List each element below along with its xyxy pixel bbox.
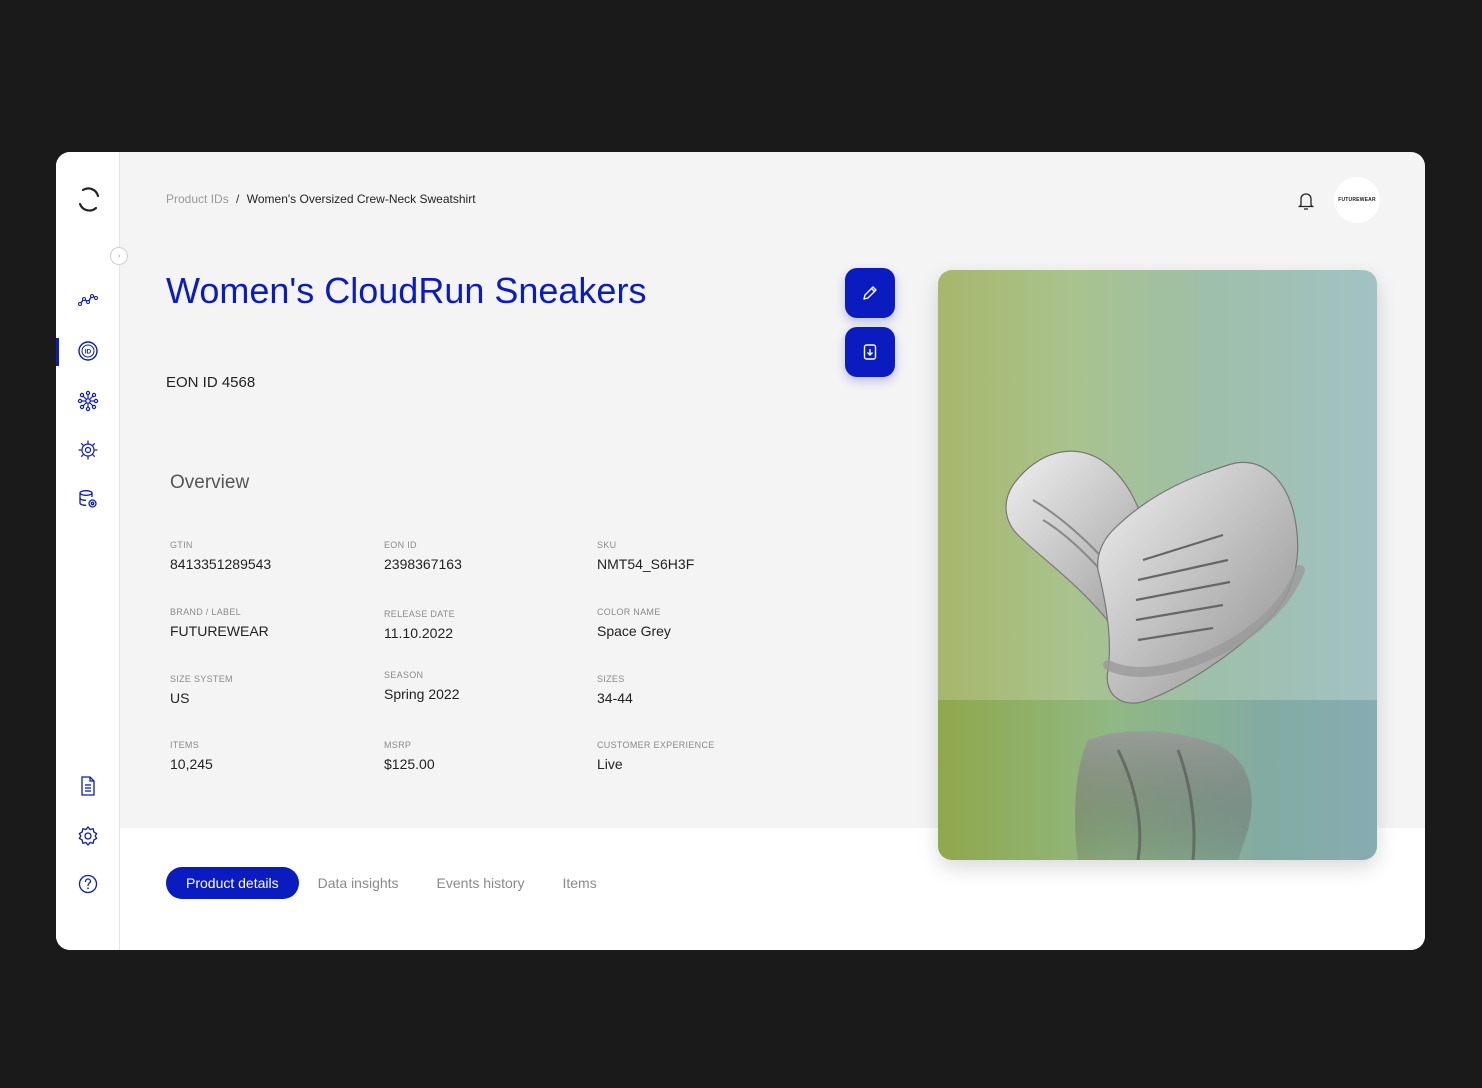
field-label: CUSTOMER EXPERIENCE: [597, 740, 715, 750]
product-image: [938, 270, 1377, 860]
breadcrumb: Product IDs / Women's Oversized Crew-Nec…: [166, 192, 476, 206]
tab-bar: Product details Data insights Events his…: [166, 867, 616, 899]
field-value: 8413351289543: [170, 556, 272, 572]
field-label: SEASON: [384, 670, 424, 680]
edit-button[interactable]: [845, 268, 895, 318]
sidebar-item-product-ids[interactable]: ID: [76, 339, 100, 363]
field-value: 2398367163: [384, 556, 462, 572]
pencil-icon: [863, 286, 877, 300]
field-sizes: SIZES 34-44: [597, 674, 633, 706]
field-value: $125.00: [384, 756, 435, 772]
field-brand: BRAND / LABEL FUTUREWEAR: [170, 607, 269, 639]
sneaker-illustration: [1005, 450, 1305, 860]
field-customer-experience: CUSTOMER EXPERIENCE Live: [597, 740, 715, 772]
sidebar-item-database[interactable]: [76, 487, 100, 511]
field-season: SEASON Spring 2022: [384, 670, 460, 702]
settings-gear-icon: [78, 440, 98, 460]
field-value: Spring 2022: [384, 686, 460, 702]
tab-items[interactable]: Items: [543, 867, 615, 899]
chevron-right-icon: [118, 254, 121, 258]
field-label: BRAND / LABEL: [170, 607, 241, 617]
field-label: GTIN: [170, 540, 193, 550]
field-items: ITEMS 10,245: [170, 740, 213, 772]
help-icon: [78, 874, 98, 894]
field-color-name: COLOR NAME Space Grey: [597, 607, 671, 639]
id-icon: ID: [78, 341, 98, 361]
avatar-brand-label: FUTUREWEAR: [1338, 197, 1376, 203]
analytics-icon: [78, 294, 98, 306]
tab-product-details[interactable]: Product details: [166, 867, 299, 899]
field-value: FUTUREWEAR: [170, 623, 269, 639]
network-icon: [77, 390, 99, 412]
field-label: SIZES: [597, 674, 625, 684]
field-sku: SKU NMT54_S6H3F: [597, 540, 694, 572]
sidebar-item-settings-gear[interactable]: [76, 438, 100, 462]
download-button[interactable]: [845, 327, 895, 377]
sidebar-item-network[interactable]: [76, 389, 100, 413]
field-value: US: [170, 690, 190, 706]
field-label: RELEASE DATE: [384, 609, 455, 619]
sidebar: ID: [56, 152, 120, 950]
field-label: MSRP: [384, 740, 412, 750]
tab-data-insights[interactable]: Data insights: [299, 867, 418, 899]
field-release-date: RELEASE DATE 11.10.2022: [384, 609, 455, 641]
app-window: ID Product IDs / Women's Oversized Crew-…: [56, 152, 1425, 950]
field-value: 34-44: [597, 690, 633, 706]
breadcrumb-current: Women's Oversized Crew-Neck Sweatshirt: [246, 192, 476, 206]
bell-icon: [1297, 193, 1315, 210]
field-value: Live: [597, 756, 623, 772]
field-gtin: GTIN 8413351289543: [170, 540, 271, 572]
field-eon-id: EON ID 2398367163: [384, 540, 462, 572]
field-value: NMT54_S6H3F: [597, 556, 695, 572]
field-label: COLOR NAME: [597, 607, 661, 617]
settings-icon: [78, 825, 98, 847]
field-label: EON ID: [384, 540, 417, 550]
field-size-system: SIZE SYSTEM US: [170, 674, 233, 706]
sidebar-item-documents[interactable]: [76, 774, 100, 798]
sidebar-item-analytics[interactable]: [76, 288, 100, 312]
notifications-button[interactable]: [1296, 190, 1316, 212]
overview-title: Overview: [170, 472, 250, 493]
sidebar-collapse-button[interactable]: [110, 247, 128, 265]
breadcrumb-parent-link[interactable]: Product IDs: [166, 192, 229, 206]
avatar[interactable]: FUTUREWEAR: [1334, 177, 1380, 223]
sidebar-item-help[interactable]: [76, 872, 100, 896]
app-logo: [78, 187, 100, 212]
field-label: ITEMS: [170, 740, 200, 750]
field-value: 11.10.2022: [384, 625, 454, 641]
eon-id-label: EON ID 4568: [166, 374, 256, 391]
field-value: Space Grey: [597, 623, 671, 639]
field-value: 10,245: [170, 756, 213, 772]
field-label: SIZE SYSTEM: [170, 674, 233, 684]
field-label: SKU: [597, 540, 617, 550]
database-icon: [79, 490, 97, 508]
page-title: Women's CloudRun Sneakers: [166, 270, 647, 311]
breadcrumb-separator: /: [236, 192, 240, 206]
tab-events-history[interactable]: Events history: [418, 867, 544, 899]
file-download-icon: [863, 344, 877, 360]
document-icon: [81, 776, 95, 796]
sidebar-item-settings[interactable]: [76, 824, 100, 848]
svg-text:ID: ID: [85, 349, 92, 356]
nav-active-indicator: [56, 338, 59, 366]
field-msrp: MSRP $125.00: [384, 740, 435, 772]
